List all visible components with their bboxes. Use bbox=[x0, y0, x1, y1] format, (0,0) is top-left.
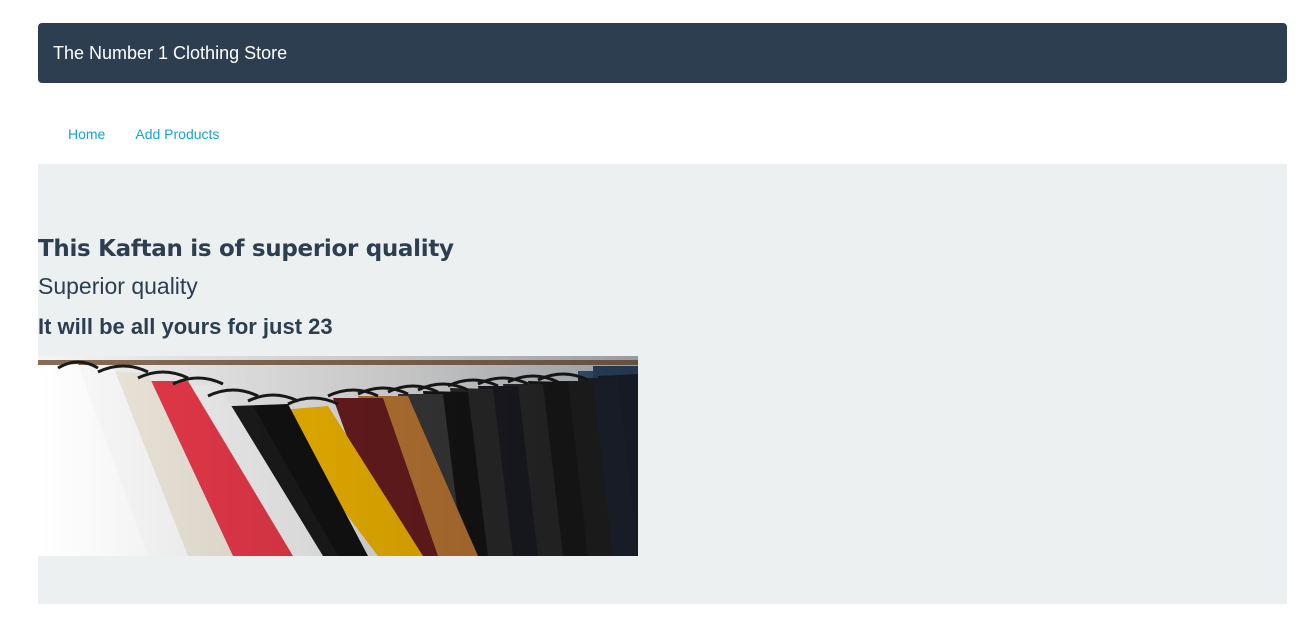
nav-menu: Home Add Products bbox=[68, 124, 219, 144]
nav-link-home[interactable]: Home bbox=[68, 124, 105, 144]
nav-link-add-products[interactable]: Add Products bbox=[135, 124, 219, 144]
top-navbar: The Number 1 Clothing Store bbox=[38, 23, 1287, 83]
brand-title[interactable]: The Number 1 Clothing Store bbox=[53, 23, 287, 83]
product-title: This Kaftan is of superior quality bbox=[38, 236, 454, 262]
product-image bbox=[38, 356, 638, 556]
clothing-rack-photo bbox=[38, 356, 638, 556]
product-price: It will be all yours for just 23 bbox=[38, 314, 333, 339]
product-jumbotron: This Kaftan is of superior quality Super… bbox=[38, 164, 1287, 604]
product-subtitle: Superior quality bbox=[38, 273, 198, 299]
